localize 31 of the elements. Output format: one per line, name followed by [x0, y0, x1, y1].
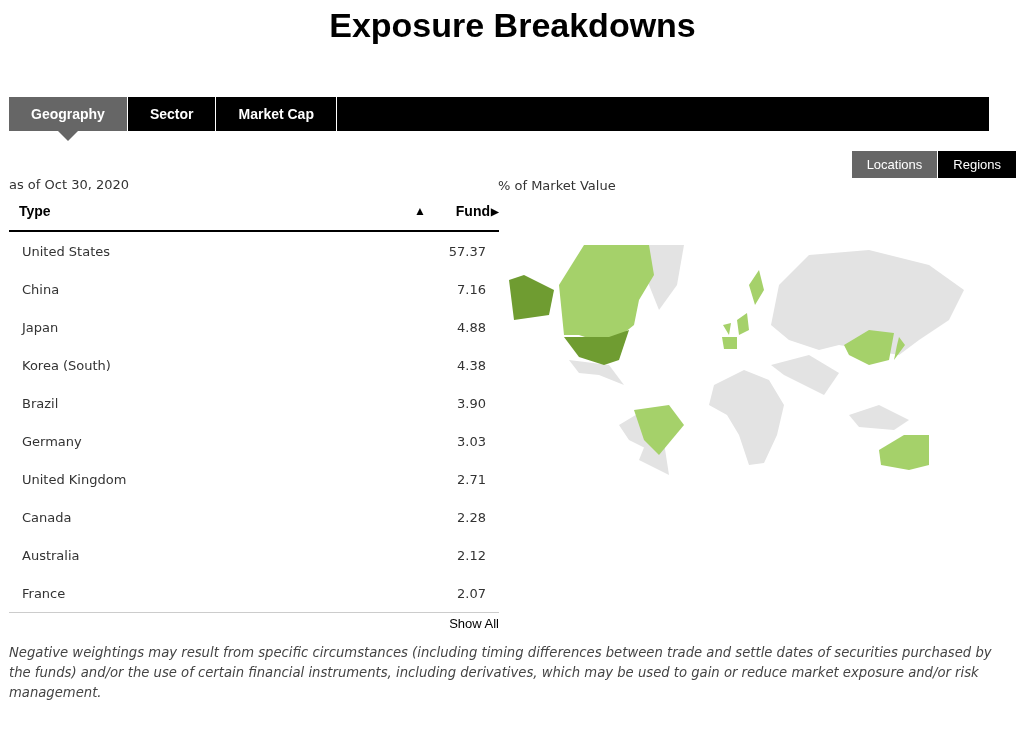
table-cell: 2.71 — [457, 471, 486, 487]
table-cell: Germany — [22, 433, 82, 449]
tab-pointer-icon — [57, 131, 78, 141]
footnote: Negative weightings may result from specific circumstances (including timing differences between trade and settle dates of securities purchased by the funds) and/or the use of certain financial instruments, including derivatives, which may be used to gain or reduce market exposure and/or risk management. — [9, 644, 993, 702]
table-cell: Korea (South) — [22, 357, 111, 373]
column-header: Type — [19, 203, 51, 219]
table-cell: Australia — [22, 547, 80, 563]
sort-icon[interactable]: ▲ — [413, 204, 426, 218]
toggle-button[interactable]: Locations — [851, 151, 938, 178]
table-cell: 4.88 — [457, 319, 486, 335]
table-cell: Japan — [22, 319, 59, 335]
table-cell: 57.37 — [448, 243, 486, 259]
table-cell: Brazil — [22, 395, 59, 411]
table-cell: 2.12 — [457, 547, 486, 563]
table-cell: 2.28 — [457, 509, 486, 525]
table-cell: Canada — [22, 509, 72, 525]
table-cell: 3.03 — [457, 433, 486, 449]
table-cell: 7.16 — [457, 281, 486, 297]
table-cell: United States — [22, 243, 111, 259]
map-caption: % of Market Value — [498, 178, 617, 193]
toggle-button[interactable]: Regions — [938, 151, 1016, 178]
column-header[interactable]: Fund▶ — [455, 203, 499, 219]
table-cell: 4.38 — [457, 357, 486, 373]
table-cell: China — [22, 281, 60, 297]
table-cell: 3.90 — [457, 395, 486, 411]
table-cell: France — [22, 585, 66, 601]
page-title: Exposure Breakdowns — [329, 6, 696, 45]
as-of-date: as of Oct 30, 2020 — [9, 177, 131, 192]
table-cell: 2.07 — [457, 585, 486, 601]
table-cell: United Kingdom — [22, 471, 127, 487]
show-all-link[interactable]: Show All — [449, 616, 499, 631]
